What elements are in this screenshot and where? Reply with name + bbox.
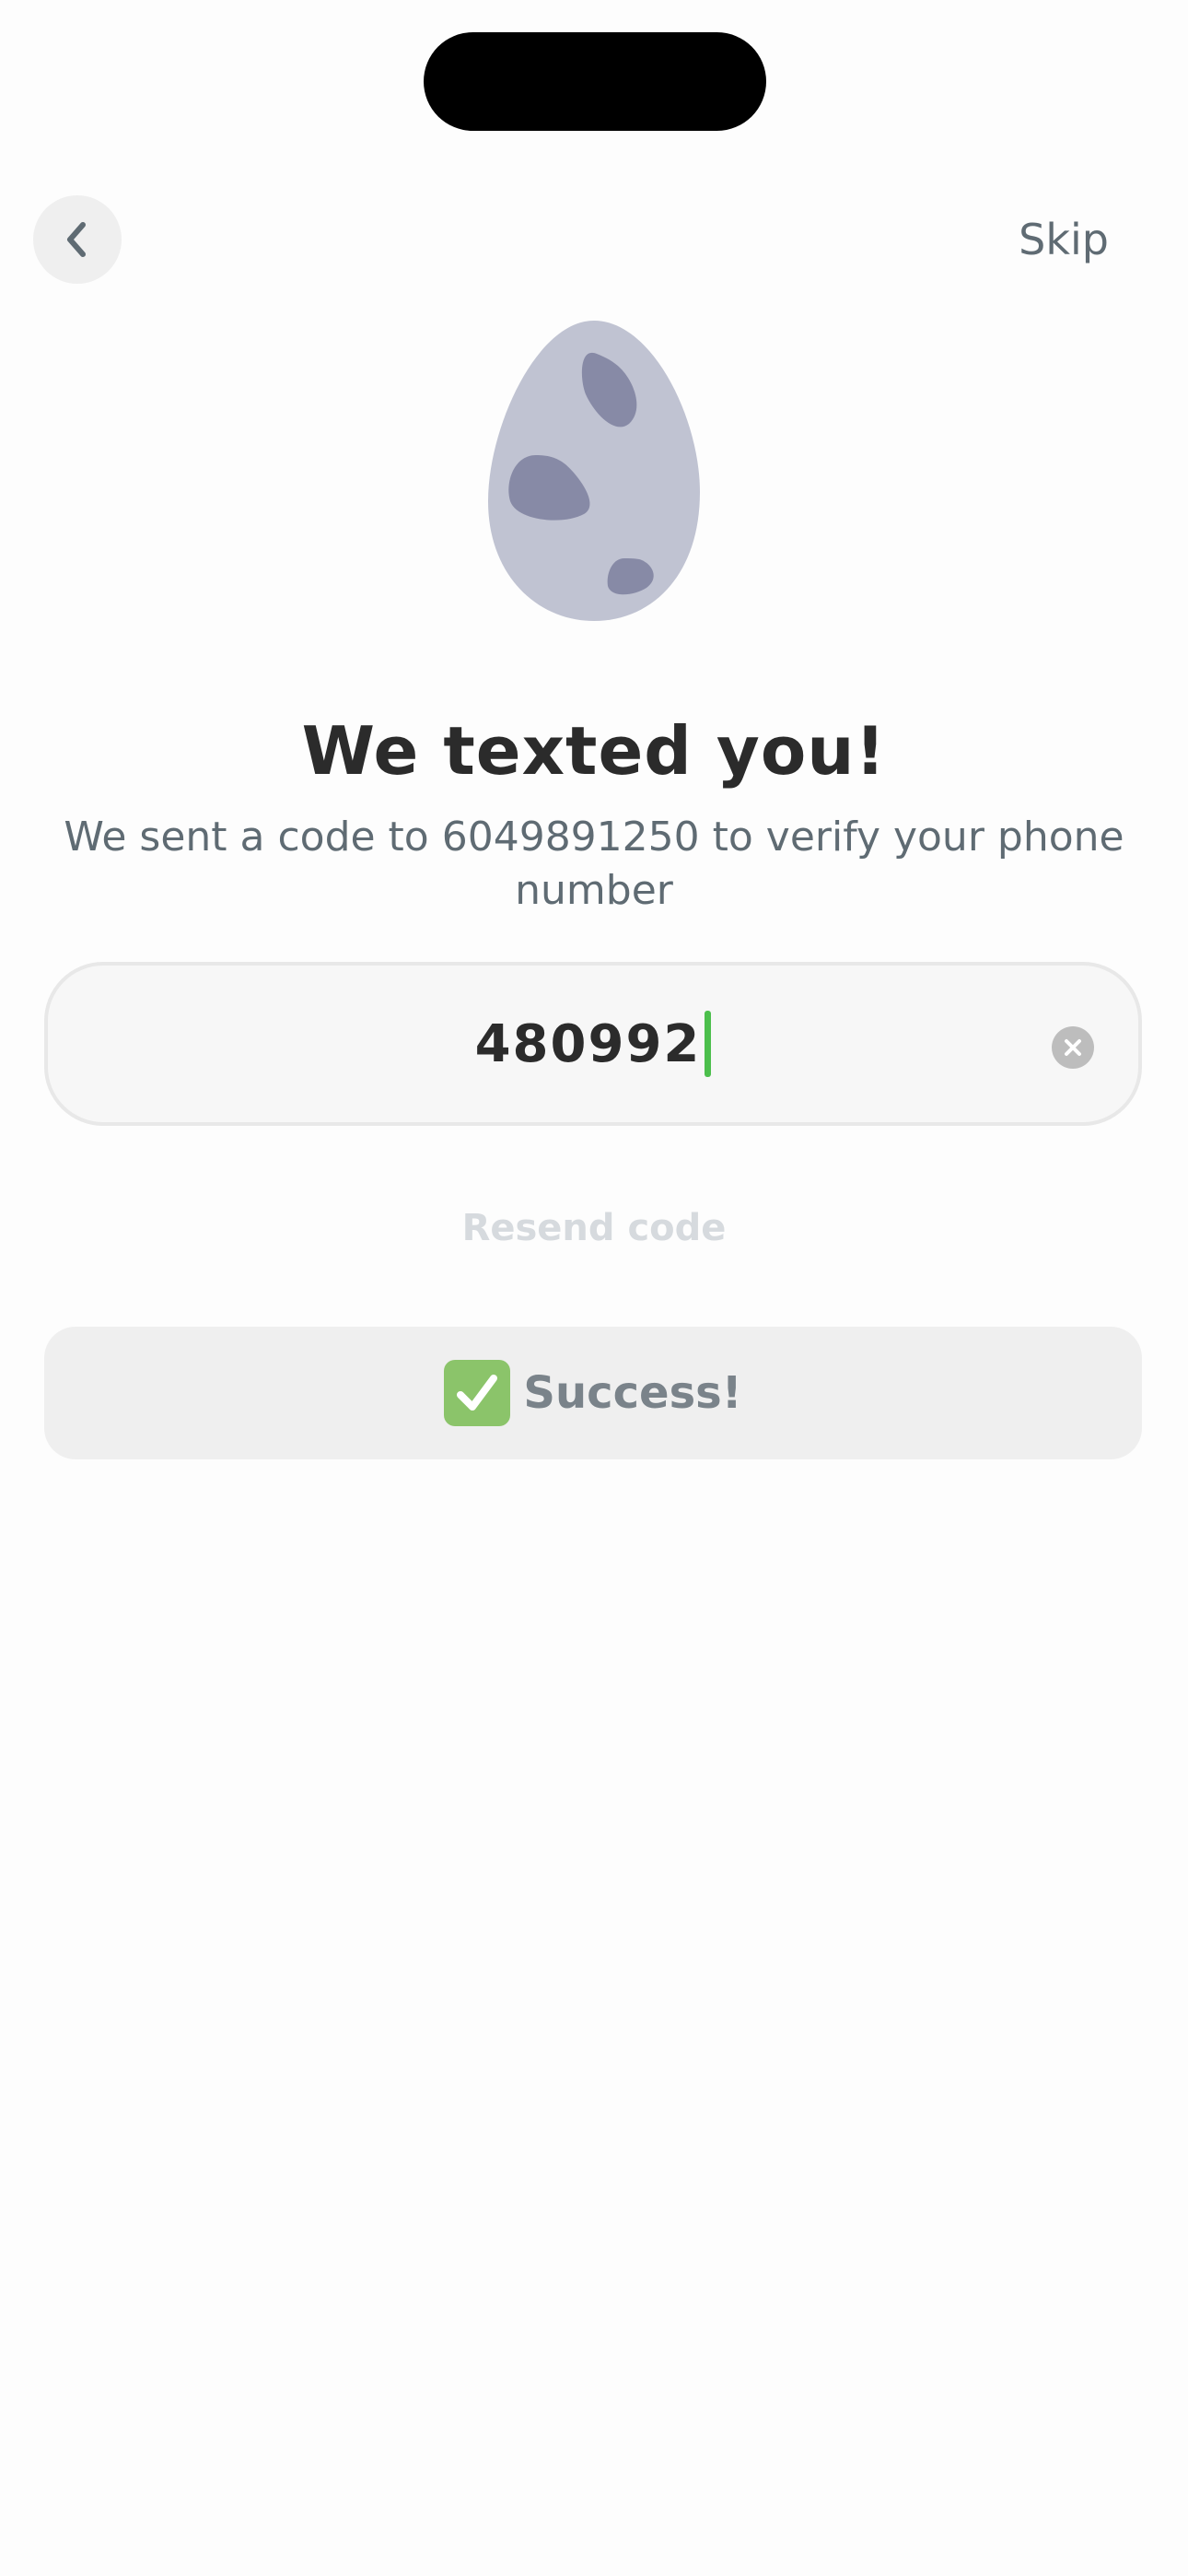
- chevron-left-icon: [67, 222, 86, 257]
- verify-phone-screen: Skip We texted you! We sent a code to 60…: [0, 0, 1188, 2576]
- clear-circle-icon[interactable]: [1052, 1026, 1094, 1069]
- spotted-egg-icon: [488, 321, 700, 621]
- code-value: 480992: [474, 1013, 702, 1074]
- resend-code-link[interactable]: Resend code: [0, 1203, 1188, 1253]
- page-title: We texted you!: [301, 712, 887, 790]
- success-button[interactable]: Success!: [44, 1327, 1142, 1459]
- checkmark-box-icon: [444, 1360, 511, 1426]
- dynamic-island: [424, 32, 766, 131]
- success-label: Success!: [523, 1367, 742, 1419]
- text-caret: [705, 1011, 712, 1077]
- skip-button[interactable]: Skip: [1019, 210, 1109, 269]
- page-subtitle: We sent a code to 6049891250 to verify y…: [64, 814, 1124, 914]
- back-button[interactable]: [33, 195, 122, 284]
- verification-code-input[interactable]: 480992: [44, 962, 1142, 1126]
